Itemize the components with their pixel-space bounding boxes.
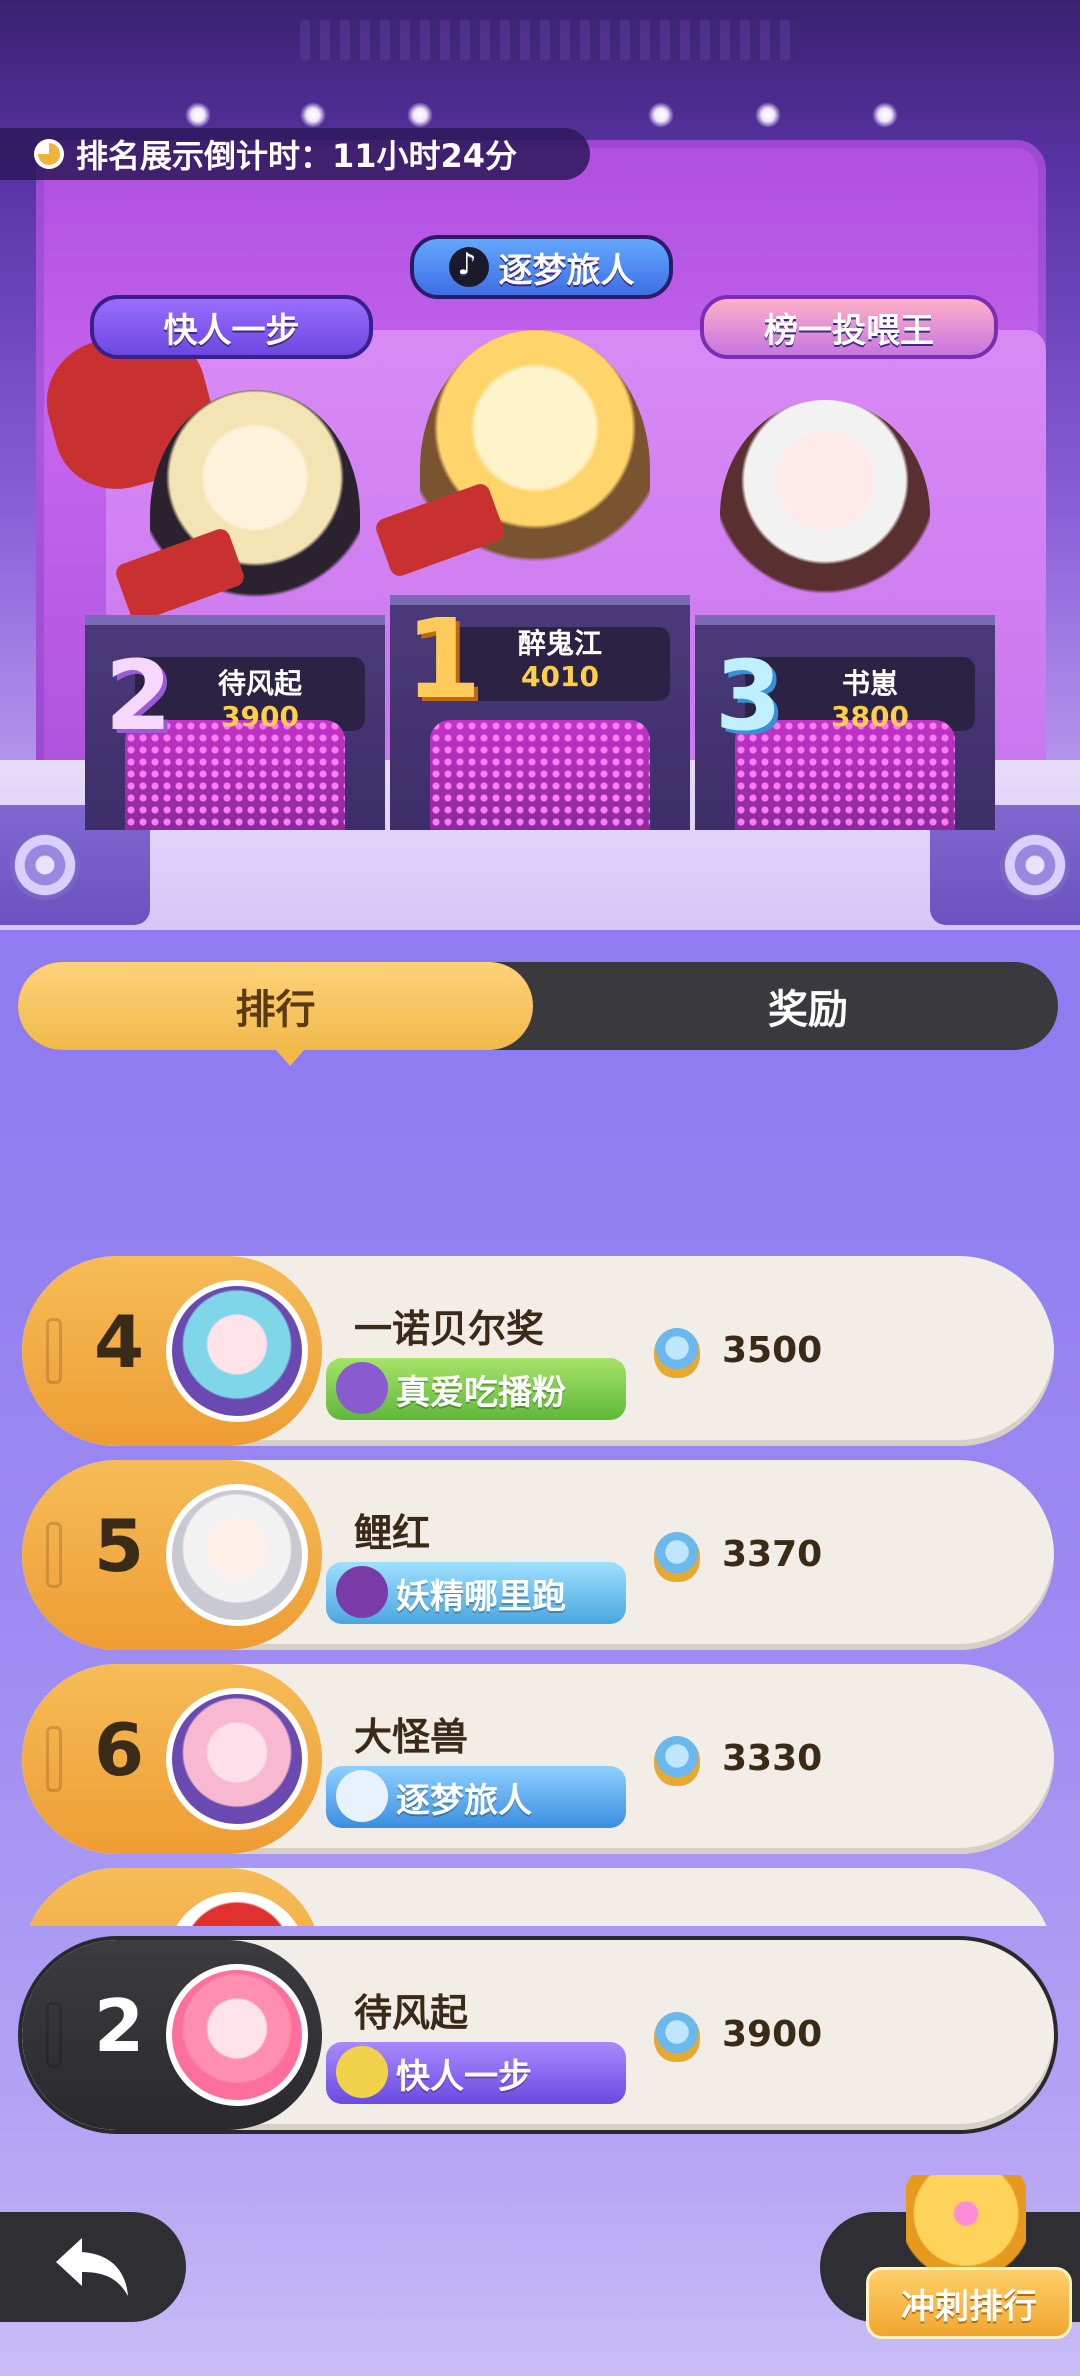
tab-ranking[interactable]: 排行 — [18, 962, 533, 1066]
podium-rank-second: 2 — [105, 640, 172, 752]
podium-score-second: 3900 — [221, 700, 299, 733]
stage-truss — [300, 20, 800, 60]
list-score: 3370 — [722, 1534, 823, 1575]
stage-light — [407, 102, 433, 128]
podium-score-third: 3800 — [831, 700, 909, 733]
list-item[interactable]: 5 鲤红 妖精哪里跑 3370 — [22, 1460, 1054, 1650]
title-tag: 妖精哪里跑 — [326, 1562, 626, 1624]
podium-score-first: 4010 — [521, 660, 599, 693]
title-tag: 真爱吃播粉 — [326, 1358, 626, 1420]
my-score: 3900 — [722, 2014, 823, 2055]
gem-icon — [654, 1736, 700, 1786]
gem-icon — [654, 2012, 700, 2062]
gem-icon — [654, 1328, 700, 1378]
sprint-ranking-button[interactable]: 冲刺排行 — [866, 2175, 1072, 2345]
tab-rewards[interactable]: 奖励 — [558, 962, 1058, 1050]
avatar[interactable] — [166, 1484, 308, 1626]
first-place-character[interactable] — [420, 330, 650, 610]
list-item[interactable]: 6 大怪兽 逐梦旅人 3330 — [22, 1664, 1054, 1854]
stage-light — [872, 102, 898, 128]
list-name: 大怪兽 — [354, 1715, 469, 1759]
third-place-character[interactable] — [720, 400, 930, 630]
title-tag: 逐梦旅人 — [326, 1766, 626, 1828]
stage-light — [185, 102, 211, 128]
my-name: 待风起 — [354, 1991, 469, 2035]
avatar[interactable] — [166, 1280, 308, 1422]
countdown-text: 排名展示倒计时：11小时24分 — [76, 137, 518, 175]
title-tag: 快人一步 — [326, 2042, 626, 2104]
list-item[interactable]: 4 一诺贝尔奖 真爱吃播粉 3500 — [22, 1256, 1054, 1446]
tab-bar: 排行 奖励 — [18, 962, 1058, 1066]
podium-name-third: 书崽 — [841, 667, 898, 700]
avatar[interactable] — [166, 1688, 308, 1830]
stage-light — [300, 102, 326, 128]
list-name: 一诺贝尔奖 — [354, 1307, 545, 1351]
sprint-ranking-label: 冲刺排行 — [866, 2267, 1072, 2339]
list-rank: 5 — [93, 1504, 145, 1588]
my-rank-row[interactable]: 2 待风起 快人一步 3900 — [22, 1940, 1054, 2130]
list-name: 鲤红 — [354, 1511, 431, 1555]
list-rank: 4 — [93, 1300, 145, 1384]
grape-icon — [336, 1566, 388, 1618]
list-score: 3500 — [722, 1330, 823, 1371]
my-rank: 2 — [93, 1984, 145, 2068]
back-button[interactable] — [0, 2212, 186, 2322]
avatar[interactable] — [166, 1964, 308, 2106]
podium-rank-third: 3 — [715, 640, 782, 752]
monster-icon — [336, 1362, 388, 1414]
ranking-countdown: 排名展示倒计时：11小时24分 — [0, 128, 590, 180]
podium-name-first: 醉鬼江 — [517, 627, 602, 660]
ranking-list[interactable]: 4 一诺贝尔奖 真爱吃播粉 3500 5 鲤红 妖精哪里跑 3370 6 大怪兽… — [0, 1250, 1080, 1926]
gem-icon — [654, 1532, 700, 1582]
list-score: 3330 — [722, 1738, 823, 1779]
first-place-title-badge: 逐梦旅人 — [410, 235, 673, 299]
back-arrow-icon — [56, 2238, 128, 2296]
third-place-title-badge: 榜一投喂王 — [700, 295, 998, 359]
stage-light — [648, 102, 674, 128]
clock-icon — [34, 139, 64, 169]
list-item[interactable] — [22, 1868, 1054, 1926]
podium-name-second: 待风起 — [217, 667, 302, 700]
cart-icon — [336, 2046, 388, 2098]
tiktok-icon — [448, 247, 489, 287]
second-place-title-badge: 快人一步 — [90, 295, 373, 359]
stage-light — [755, 102, 781, 128]
sheep-icon — [336, 1770, 388, 1822]
list-rank: 6 — [93, 1708, 145, 1792]
